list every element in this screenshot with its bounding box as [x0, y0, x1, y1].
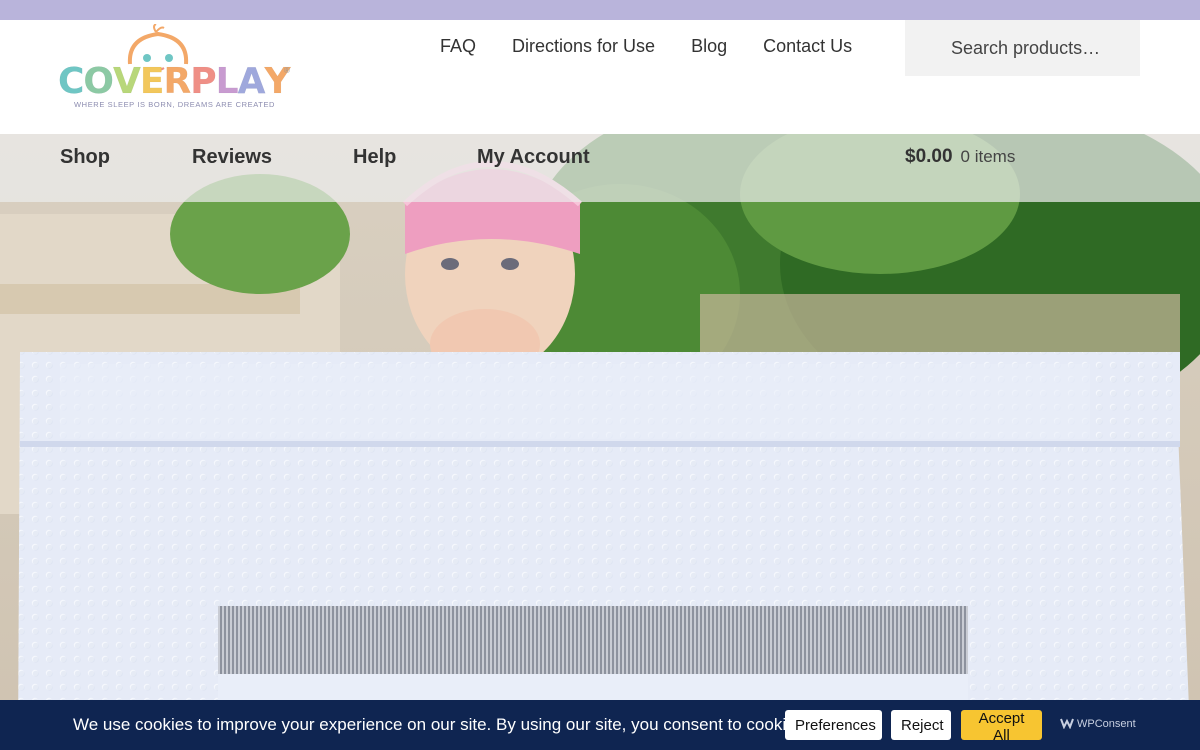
nav-item-reviews[interactable]: Reviews: [192, 146, 272, 169]
cart-summary[interactable]: $0.00 0 items: [905, 146, 1015, 168]
cookie-accept-all-button[interactable]: Accept All: [961, 710, 1042, 744]
logo-letter: C: [58, 61, 85, 102]
logo-letter: O: [83, 61, 114, 102]
wpconsent-logo-icon: [1060, 718, 1074, 729]
cart-item-count: 0 items: [960, 147, 1016, 166]
logo-tagline: WHERE SLEEP IS BORN, DREAMS ARE CREATED: [74, 100, 276, 109]
nav-item-my-account[interactable]: My Account: [477, 146, 590, 169]
logo-letter: E: [139, 61, 165, 102]
nav-link-blog[interactable]: Blog: [691, 36, 727, 56]
site-header: COVERPLAY ® WHERE SLEEP IS BORN, DREAMS …: [0, 20, 1200, 134]
secondary-nav: FAQ Directions for Use Blog Contact Us: [440, 36, 888, 56]
nav-link-contact[interactable]: Contact Us: [763, 36, 852, 56]
cart-amount: $0.00: [905, 146, 953, 167]
primary-nav: Shop Reviews Help My Account $0.00 0 item…: [0, 134, 1200, 202]
nav-link-faq[interactable]: FAQ: [440, 36, 476, 56]
cookie-preferences-button[interactable]: Preferences: [785, 710, 882, 740]
search-input[interactable]: [905, 20, 1140, 76]
nav-item-shop[interactable]: Shop: [60, 146, 110, 169]
hero-banner[interactable]: [0, 134, 1200, 750]
top-accent-strip: [0, 0, 1200, 20]
cookie-reject-button[interactable]: Reject: [891, 710, 951, 740]
logo-letter: V: [113, 61, 141, 102]
logo-letter: L: [215, 61, 238, 102]
logo-letter: A: [237, 61, 265, 102]
nav-item-help[interactable]: Help: [353, 146, 396, 169]
nav-link-directions[interactable]: Directions for Use: [512, 36, 655, 56]
coverplay-logo[interactable]: COVERPLAY ® WHERE SLEEP IS BORN, DREAMS …: [58, 24, 291, 116]
registered-mark: ®: [284, 66, 290, 75]
hero-image: [0, 134, 1200, 750]
cookie-message: We use cookies to improve your experienc…: [73, 715, 809, 734]
logo-wordmark: COVERPLAY: [58, 61, 291, 102]
wpconsent-brand[interactable]: WPConsent: [1060, 717, 1136, 730]
wpconsent-label: WPConsent: [1077, 718, 1136, 730]
cookie-banner: We use cookies to improve your experienc…: [0, 700, 1200, 750]
logo-letter: R: [163, 61, 191, 102]
logo-letter: P: [190, 61, 217, 102]
